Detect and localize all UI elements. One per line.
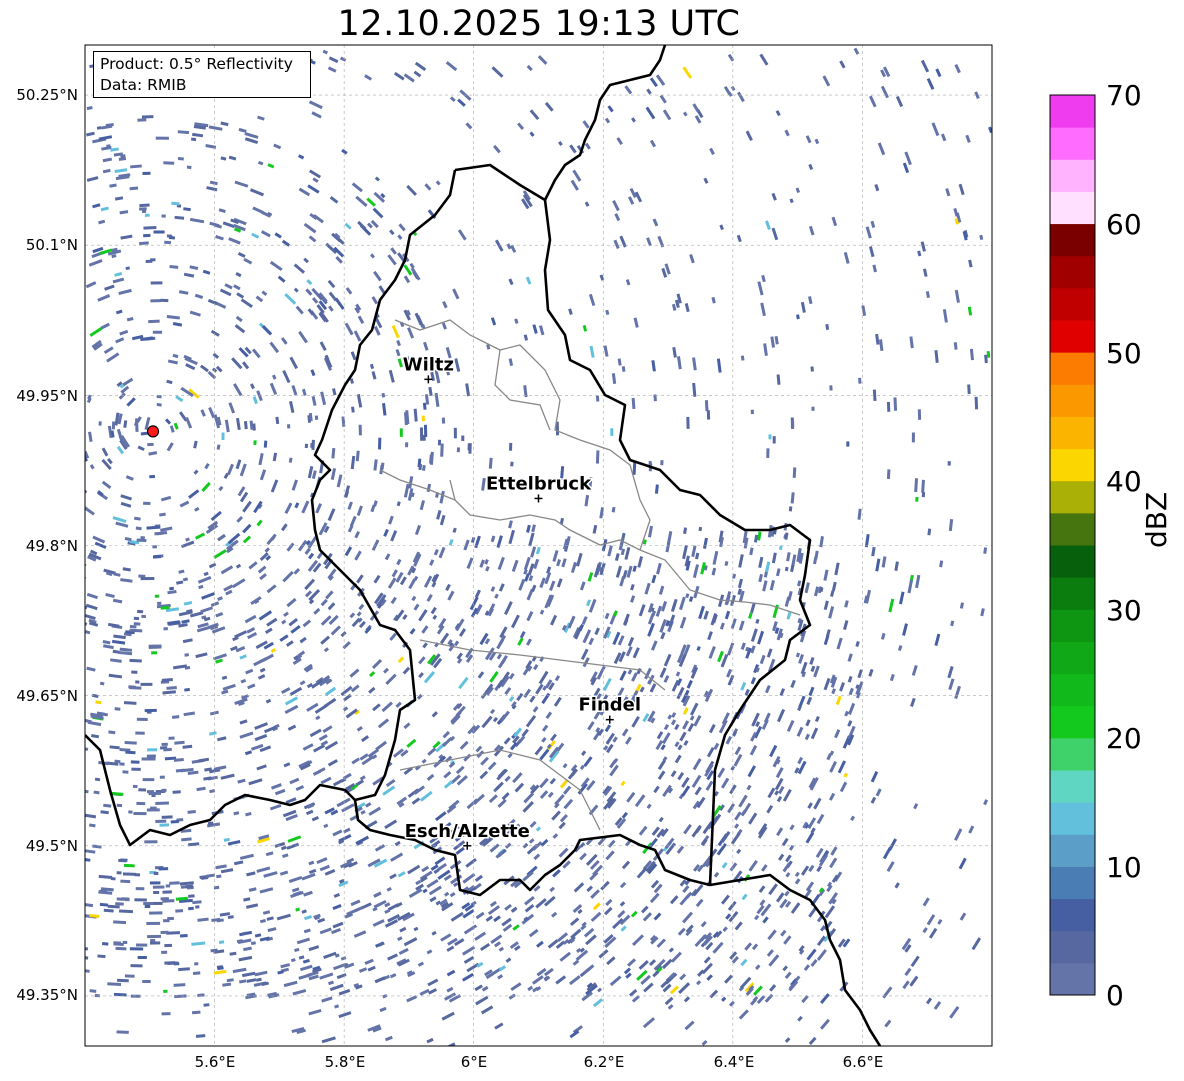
colorbar-segment bbox=[1050, 255, 1095, 289]
colorbar-segment bbox=[1050, 673, 1095, 707]
colorbar-segment bbox=[1050, 866, 1095, 900]
colorbar-tick: 70 bbox=[1106, 79, 1142, 112]
lon-tick-label: 5.8°E bbox=[324, 1053, 366, 1071]
lon-tick-label: 6.6°E bbox=[842, 1053, 884, 1071]
colorbar-segment bbox=[1050, 159, 1095, 192]
colorbar-tick: 30 bbox=[1106, 594, 1142, 627]
product-info-box: Product: 0.5° Reflectivity Data: RMIB bbox=[93, 51, 311, 98]
colorbar-segment bbox=[1050, 480, 1095, 514]
colorbar-segment bbox=[1050, 577, 1095, 610]
city-markers: Wiltz Ettelbruck Findel Esch/Alzette bbox=[401, 353, 643, 850]
colorbar-segment bbox=[1050, 191, 1095, 225]
colorbar-segment bbox=[1050, 287, 1095, 321]
city-label: Findel bbox=[578, 695, 641, 716]
lon-tick-label: 6°E bbox=[460, 1053, 488, 1071]
lat-tick-label: 49.95°N bbox=[16, 387, 78, 405]
radar-map: Wiltz Ettelbruck Findel Esch/Alzette bbox=[84, 44, 1096, 1047]
city-label: Esch/Alzette bbox=[405, 821, 530, 842]
city-label: Wiltz bbox=[403, 354, 454, 375]
colorbar-segment bbox=[1050, 641, 1095, 675]
colorbar-tick: 60 bbox=[1106, 208, 1142, 241]
colorbar-tick: 50 bbox=[1106, 337, 1142, 370]
radar-site-marker bbox=[146, 425, 160, 438]
colorbar-tick: 20 bbox=[1106, 722, 1142, 755]
colorbar bbox=[1050, 95, 1095, 996]
lat-tick-label: 50.1°N bbox=[25, 236, 78, 254]
lon-tick-label: 5.6°E bbox=[194, 1053, 236, 1071]
reflectivity-echoes bbox=[85, 47, 992, 1046]
colorbar-segment bbox=[1050, 95, 1095, 128]
city-marker: Ettelbruck bbox=[484, 472, 594, 503]
colorbar-segment bbox=[1050, 705, 1095, 739]
colorbar-segment bbox=[1050, 384, 1095, 417]
colorbar-label: dBZ bbox=[1140, 491, 1173, 548]
colorbar-segment bbox=[1050, 834, 1095, 867]
city-marker: Wiltz bbox=[401, 353, 456, 384]
lat-tick-label: 49.8°N bbox=[25, 537, 78, 555]
colorbar-segment bbox=[1050, 512, 1095, 546]
lat-tick-label: 49.35°N bbox=[16, 986, 78, 1004]
lat-tick-label: 49.5°N bbox=[25, 837, 78, 855]
colorbar-tick: 0 bbox=[1106, 979, 1124, 1012]
lat-tick-label: 49.65°N bbox=[16, 687, 78, 705]
colorbar-segment bbox=[1050, 448, 1095, 482]
product-label: Product: 0.5° Reflectivity bbox=[100, 55, 293, 73]
city-marker: Findel bbox=[577, 693, 643, 724]
colorbar-segment bbox=[1050, 737, 1095, 771]
lat-tick-label: 50.25°N bbox=[16, 86, 78, 104]
colorbar-segment bbox=[1050, 770, 1095, 803]
colorbar-segment bbox=[1050, 802, 1095, 835]
colorbar-segment bbox=[1050, 609, 1095, 642]
colorbar-tick: 40 bbox=[1106, 465, 1142, 498]
colorbar-segment bbox=[1050, 416, 1095, 450]
colorbar-segment bbox=[1050, 352, 1095, 385]
colorbar-segment bbox=[1050, 127, 1095, 160]
colorbar-segment bbox=[1050, 223, 1095, 257]
colorbar-segment bbox=[1050, 320, 1095, 353]
city-label: Ettelbruck bbox=[486, 473, 592, 494]
colorbar-segment bbox=[1050, 545, 1095, 578]
colorbar-segment bbox=[1050, 898, 1095, 932]
colorbar-segment bbox=[1050, 930, 1095, 964]
data-source-label: Data: RMIB bbox=[100, 76, 187, 94]
lon-tick-label: 6.2°E bbox=[583, 1053, 625, 1071]
colorbar-segment bbox=[1050, 962, 1095, 996]
lon-tick-label: 6.4°E bbox=[713, 1053, 755, 1071]
colorbar-tick: 10 bbox=[1106, 851, 1142, 884]
